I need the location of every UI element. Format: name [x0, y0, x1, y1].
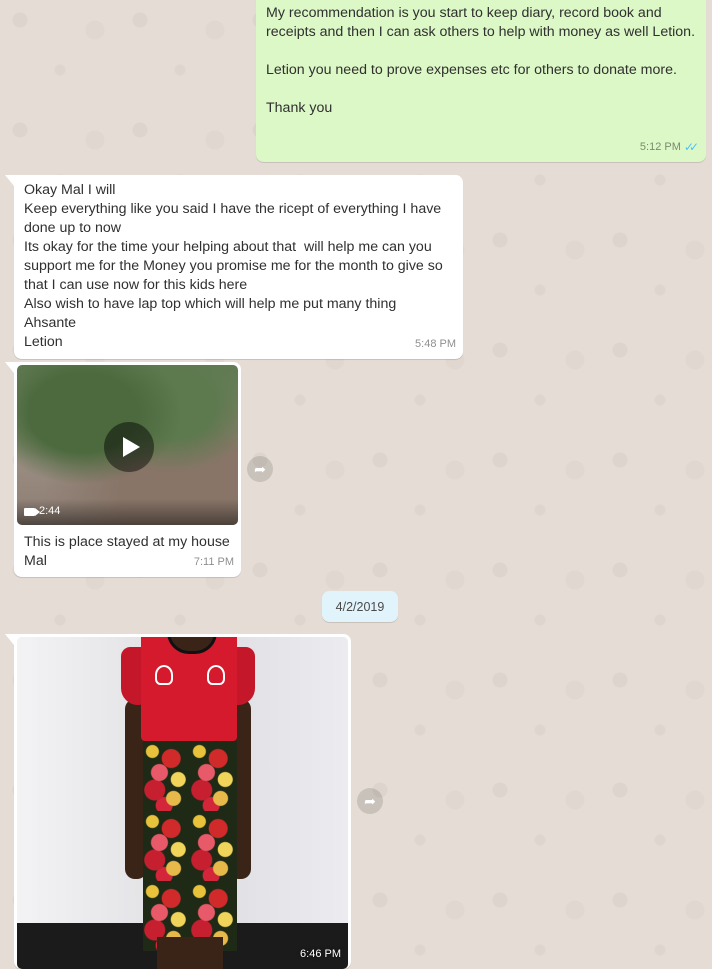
message-text: Thank you [266, 100, 333, 116]
double-check-read-icon: ✓✓ [683, 140, 699, 154]
message-text: My recommendation is you start to keep d… [266, 5, 696, 40]
video-thumbnail[interactable]: 2:44 [17, 365, 238, 525]
video-camera-icon [24, 507, 40, 516]
outgoing-message[interactable]: My recommendation is you start to keep d… [256, 0, 706, 162]
message-meta: 5:48 PM [415, 335, 456, 354]
message-meta: 5:12 PM ✓✓ [640, 138, 699, 157]
message-meta: 6:46 PM [300, 945, 341, 964]
incoming-image-message[interactable]: 6:46 PM [14, 634, 351, 969]
photo-embroidery [155, 665, 173, 685]
incoming-message[interactable]: Okay Mal I will Keep everything like you… [14, 175, 463, 359]
incoming-video-message[interactable]: 2:44 This is place stayed at my house Ma… [14, 362, 241, 577]
message-time: 5:12 PM [639, 141, 681, 153]
photo-legs [157, 937, 223, 969]
bubble-tail [5, 175, 14, 186]
video-duration: 2:44 [24, 502, 60, 521]
forward-icon[interactable]: ➦ [357, 788, 383, 814]
message-time: 7:11 PM [193, 556, 234, 568]
play-icon[interactable] [104, 422, 154, 472]
image-photo[interactable]: 6:46 PM [17, 637, 348, 969]
message-time: 5:48 PM [415, 338, 456, 350]
date-divider: 4/2/2019 [322, 591, 398, 622]
message-meta: 7:11 PM [194, 553, 234, 572]
forward-icon[interactable]: ➦ [247, 456, 273, 482]
message-text: Letion you need to prove expenses etc fo… [266, 62, 677, 78]
photo-dress-skirt [143, 741, 237, 951]
message-time: 6:46 PM [300, 948, 341, 960]
message-text: Okay Mal I will Keep everything like you… [24, 182, 443, 350]
photo-embroidery [207, 665, 225, 685]
bubble-tail [5, 362, 14, 373]
photo-person [107, 637, 267, 969]
bubble-tail [5, 634, 14, 645]
video-duration-text: 2:44 [39, 505, 61, 517]
